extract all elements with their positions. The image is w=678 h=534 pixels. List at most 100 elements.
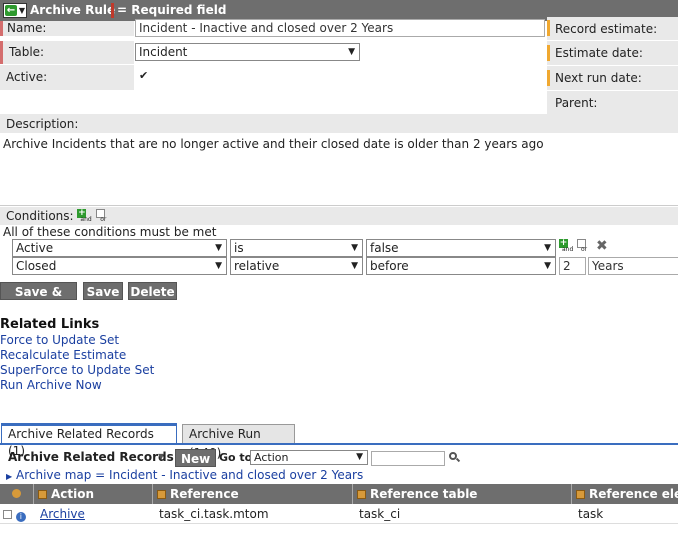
name-label: Name: — [3, 21, 134, 36]
field-icon — [38, 490, 47, 499]
add-or-row-icon[interactable]: or — [577, 239, 589, 253]
goto-label: Go to — [219, 451, 253, 464]
goto-field-value: Action — [254, 451, 289, 464]
condition-1-field: Active — [16, 241, 54, 255]
conditions-header: Conditions: + and or — [0, 207, 678, 225]
required-field-legend: = Required field — [117, 3, 227, 17]
active-checkbox[interactable]: ✔ — [139, 70, 149, 81]
and-label: and — [562, 246, 574, 253]
new-record-button[interactable]: New — [175, 449, 217, 467]
chevron-down-icon: ▼ — [215, 261, 222, 271]
table-row: i Archive task_ci.task.mtom task_ci task — [0, 504, 678, 524]
condition-1-value-select[interactable]: false ▼ — [366, 239, 556, 257]
description-field[interactable]: Archive Incidents that are no longer act… — [3, 137, 544, 151]
back-arrow-icon: ← — [5, 5, 17, 16]
column-action-label: Action — [51, 487, 95, 501]
breadcrumb[interactable]: ▶ Archive map = Incident - Inactive and … — [6, 468, 363, 482]
back-button[interactable]: ← ▼ — [3, 3, 27, 18]
table-select-value: Incident — [139, 45, 188, 59]
delete-condition-icon[interactable]: ✖ — [596, 238, 608, 254]
record-estimate-label: Record estimate: — [547, 17, 678, 40]
and-label: and — [80, 216, 92, 223]
link-run-archive-now[interactable]: Run Archive Now — [0, 378, 102, 392]
chevron-down-icon: ▼ — [351, 261, 358, 271]
condition-2-number-input[interactable]: 2 — [559, 257, 586, 275]
condition-2-unit-select[interactable]: Years — [588, 257, 678, 275]
condition-1-value: false — [370, 241, 399, 255]
save-exit-button[interactable]: Save & Exit — [0, 282, 77, 317]
add-and-condition-icon[interactable]: + and — [77, 209, 92, 223]
list-menu-chevron-icon[interactable]: ▼ — [158, 452, 164, 461]
parent-label: Parent: — [547, 91, 678, 114]
column-action[interactable]: Action — [33, 484, 152, 504]
row-reference: task_ci.task.mtom — [159, 507, 269, 521]
link-superforce-update-set[interactable]: SuperForce to Update Set — [0, 363, 154, 377]
save-button[interactable]: Save — [83, 282, 123, 300]
indicator-next-run-date — [547, 70, 550, 86]
column-reference-label: Reference — [170, 487, 239, 501]
column-reference[interactable]: Reference — [152, 484, 352, 504]
list-search-input[interactable] — [371, 451, 445, 466]
chevron-down-icon: ▼ — [18, 6, 25, 15]
condition-1-operator-select[interactable]: is ▼ — [230, 239, 363, 257]
condition-1-operator: is — [234, 241, 244, 255]
condition-2-operator: relative — [234, 259, 280, 273]
related-list-title: Archive Related Records — [8, 450, 174, 464]
tab-archive-run[interactable]: Archive Run (140) — [182, 424, 295, 460]
tab-archive-related-records[interactable]: Archive Related Records (1) — [1, 423, 177, 458]
condition-2-value: before — [370, 259, 409, 273]
delete-button[interactable]: Delete — [128, 282, 177, 300]
column-reference-table[interactable]: Reference table — [352, 484, 571, 504]
table-label: Table: — [3, 41, 134, 64]
chevron-down-icon: ▼ — [544, 261, 551, 271]
name-field[interactable]: Incident - Inactive and closed over 2 Ye… — [135, 19, 545, 37]
add-or-condition-icon[interactable]: or — [96, 209, 108, 223]
list-header: Action Reference Reference table Referen… — [0, 484, 678, 504]
row-reference-table: task_ci — [359, 507, 401, 521]
breadcrumb-text: Archive map = Incident - Inactive and cl… — [15, 468, 364, 482]
next-run-date-label: Next run date: — [547, 66, 678, 90]
info-icon[interactable]: i — [15, 512, 26, 522]
chevron-down-icon: ▼ — [348, 47, 355, 57]
link-recalculate-estimate[interactable]: Recalculate Estimate — [0, 348, 126, 362]
indicator-record-estimate — [547, 20, 550, 36]
form-title: Archive Rule — [30, 3, 116, 17]
column-options-icon[interactable] — [0, 484, 33, 504]
condition-2-field: Closed — [16, 259, 57, 273]
tab-underline — [0, 443, 678, 445]
field-icon — [357, 490, 366, 499]
table-select[interactable]: Incident ▼ — [135, 43, 360, 61]
search-icon[interactable] — [449, 452, 461, 463]
row-reference-element: task — [578, 507, 604, 521]
column-reference-element[interactable]: Reference eler — [571, 484, 678, 504]
active-label: Active: — [0, 65, 134, 90]
or-label: or — [581, 246, 588, 253]
field-icon — [157, 490, 166, 499]
condition-2-value-select[interactable]: before ▼ — [366, 257, 556, 275]
condition-2-field-select[interactable]: Closed ▼ — [12, 257, 227, 275]
row-action-link[interactable]: Archive — [36, 504, 152, 524]
required-field-marker — [111, 3, 114, 18]
chevron-down-icon: ▼ — [351, 243, 358, 253]
column-reference-table-label: Reference table — [370, 487, 478, 501]
estimate-date-label: Estimate date: — [547, 41, 678, 65]
condition-1-field-select[interactable]: Active ▼ — [12, 239, 227, 257]
divider — [0, 205, 678, 206]
breadcrumb-arrow-icon: ▶ — [6, 472, 13, 481]
goto-field-select[interactable]: Action ▼ — [250, 450, 368, 465]
conditions-summary: All of these conditions must be met — [3, 225, 217, 239]
condition-2-operator-select[interactable]: relative ▼ — [230, 257, 363, 275]
chevron-down-icon: ▼ — [215, 243, 222, 253]
related-links-title: Related Links — [0, 317, 100, 332]
add-and-row-icon[interactable]: + and — [559, 239, 574, 253]
description-label: Description: — [0, 114, 678, 133]
indicator-estimate-date — [547, 45, 550, 61]
row-select-checkbox[interactable]: i — [0, 504, 33, 524]
field-icon — [576, 490, 585, 499]
column-reference-element-label: Reference eler — [589, 487, 678, 501]
link-force-update-set[interactable]: Force to Update Set — [0, 333, 119, 347]
or-label: or — [100, 216, 107, 223]
chevron-down-icon: ▼ — [356, 452, 363, 462]
chevron-down-icon: ▼ — [544, 243, 551, 253]
conditions-label: Conditions: — [6, 209, 74, 223]
